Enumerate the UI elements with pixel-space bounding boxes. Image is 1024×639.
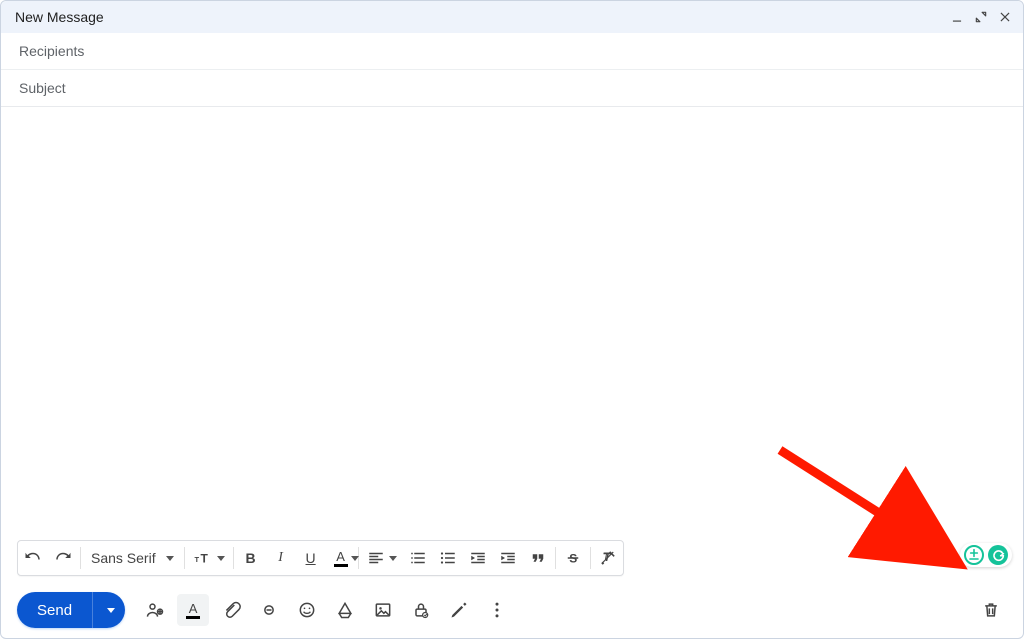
bulleted-list-button[interactable] (433, 543, 463, 573)
text-color-button[interactable]: A (326, 543, 356, 573)
compose-action-icons: A (139, 594, 513, 626)
attach-file-icon[interactable] (215, 594, 247, 626)
remove-formatting-button[interactable]: T (593, 543, 623, 573)
insert-photo-icon[interactable] (367, 594, 399, 626)
indent-more-button[interactable] (493, 543, 523, 573)
send-button[interactable]: Send (17, 592, 92, 628)
text-format-shortcut-icon[interactable]: A (177, 594, 209, 626)
title-bar: New Message (1, 1, 1023, 33)
formatting-toolbar: Sans Serif TT B I U A (17, 540, 624, 576)
send-label: Send (37, 602, 72, 619)
svg-text:T: T (194, 555, 199, 564)
pop-out-icon[interactable] (973, 9, 989, 25)
discard-draft-icon[interactable] (975, 594, 1007, 626)
extension-pill (960, 543, 1012, 567)
extension-grammarly-badge[interactable] (988, 545, 1008, 565)
font-family-select[interactable]: Sans Serif (83, 543, 182, 573)
subject-row[interactable] (1, 70, 1023, 106)
recipients-input[interactable] (17, 42, 1007, 60)
font-size-button[interactable]: TT (187, 543, 231, 573)
recipients-row[interactable] (1, 33, 1023, 70)
svg-text:T: T (200, 552, 208, 566)
italic-button[interactable]: I (266, 543, 296, 573)
message-body[interactable] (1, 107, 1023, 540)
bold-button[interactable]: B (236, 543, 266, 573)
indent-less-button[interactable] (463, 543, 493, 573)
chevron-down-icon (166, 556, 174, 561)
chevron-down-icon (107, 608, 115, 613)
confidential-mode-icon[interactable] (405, 594, 437, 626)
numbered-list-button[interactable] (403, 543, 433, 573)
compose-window: New Message (0, 0, 1024, 639)
extension-add-icon[interactable] (964, 545, 984, 565)
close-icon[interactable] (997, 9, 1013, 25)
underline-button[interactable]: U (296, 543, 326, 573)
chevron-down-icon (217, 556, 225, 561)
insert-signature-icon[interactable] (443, 594, 475, 626)
suggest-recipients-icon[interactable] (139, 594, 171, 626)
insert-emoji-icon[interactable] (291, 594, 323, 626)
font-family-label: Sans Serif (91, 550, 156, 566)
send-split-button: Send (17, 592, 125, 628)
bottom-bar: Send A (1, 582, 1023, 638)
insert-link-icon[interactable] (253, 594, 285, 626)
redo-button[interactable] (48, 543, 78, 573)
quote-button[interactable] (523, 543, 553, 573)
window-title: New Message (15, 9, 104, 25)
send-options-button[interactable] (92, 592, 125, 628)
chevron-down-icon (389, 556, 397, 561)
minimize-icon[interactable] (949, 9, 965, 25)
chevron-down-icon (351, 556, 359, 561)
align-button[interactable] (361, 543, 403, 573)
subject-input[interactable] (17, 79, 1007, 97)
undo-button[interactable] (18, 543, 48, 573)
header-fields (1, 33, 1023, 107)
strikethrough-button[interactable]: S (558, 543, 588, 573)
more-options-icon[interactable] (481, 594, 513, 626)
insert-drive-icon[interactable] (329, 594, 361, 626)
svg-text:S: S (569, 552, 577, 566)
